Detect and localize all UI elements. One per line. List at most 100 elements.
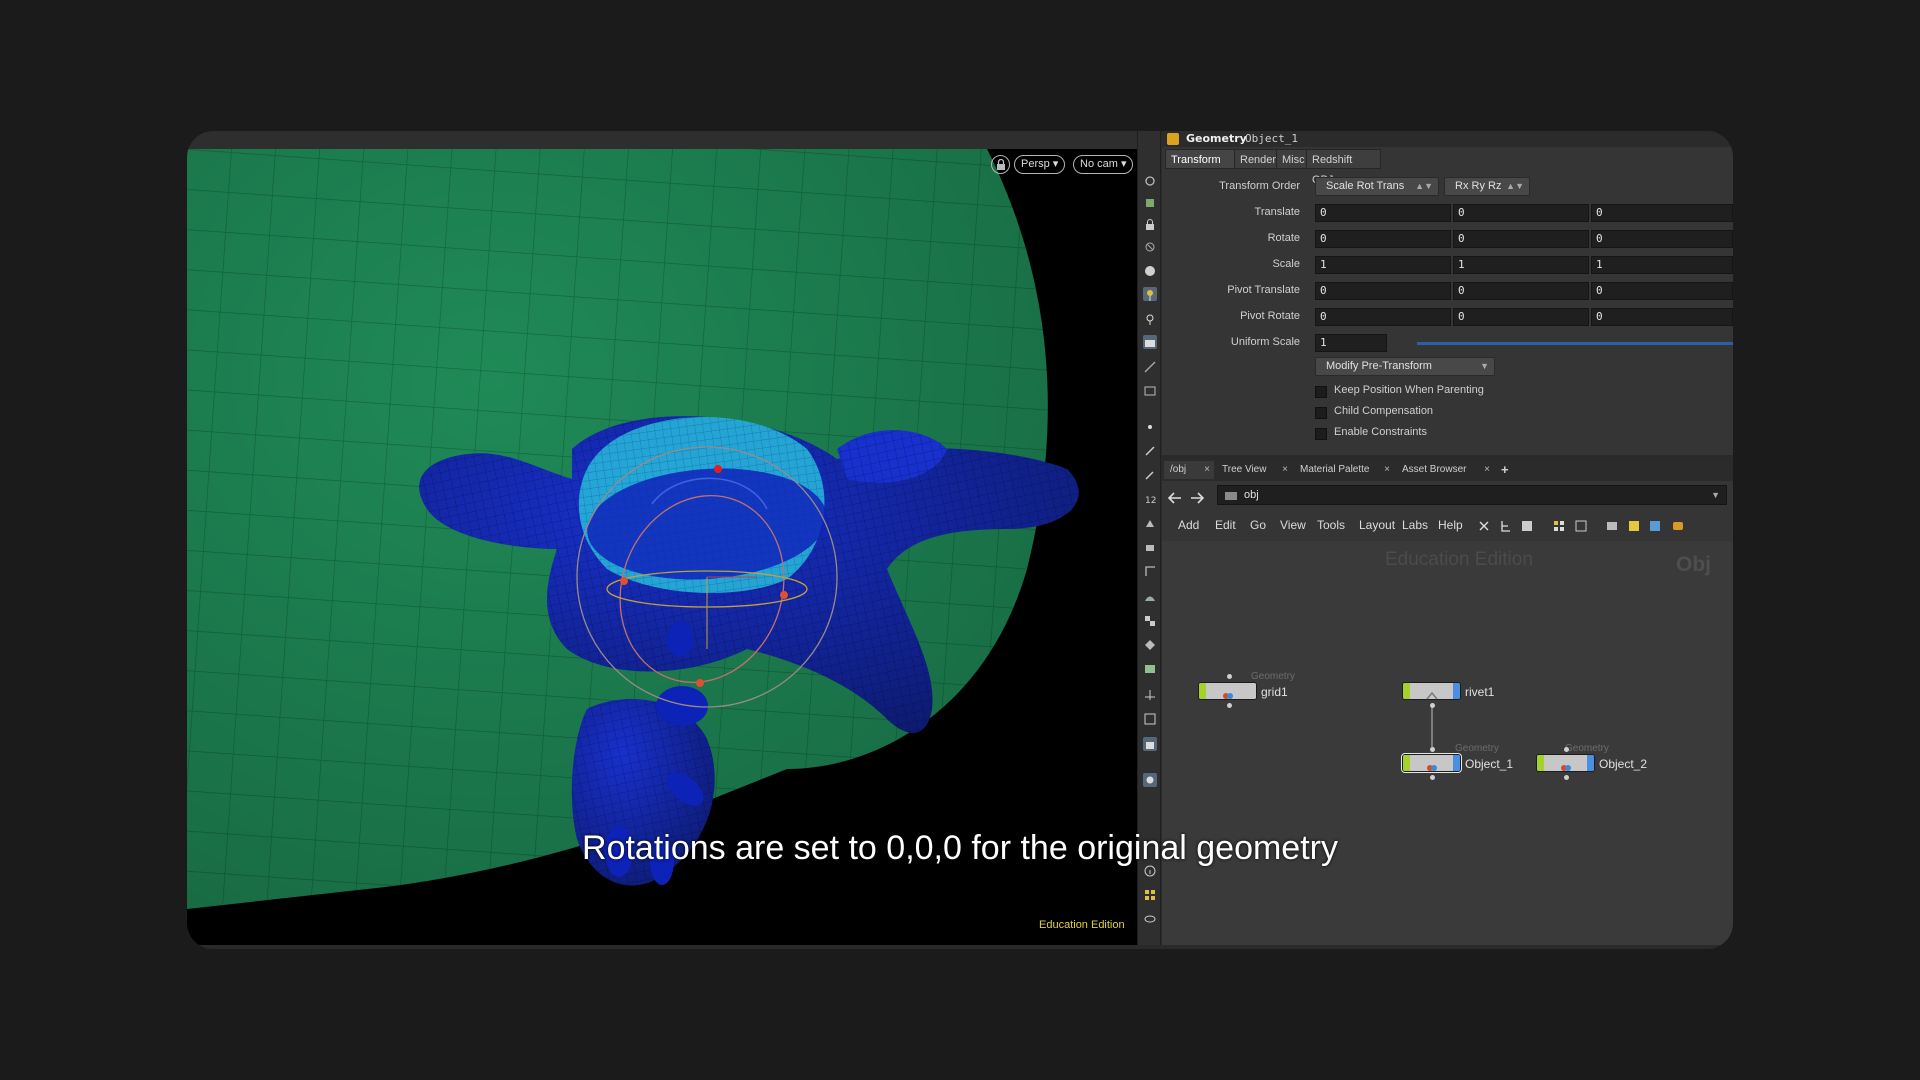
translate-x-field[interactable]: 0 (1315, 204, 1451, 222)
add-tab-button[interactable]: + (1495, 461, 1515, 479)
display-flag[interactable] (1587, 755, 1594, 771)
menu-help[interactable]: Help (1438, 518, 1463, 532)
pretransform-menu[interactable]: Modify Pre-Transform ▼ (1315, 357, 1495, 376)
node-name-field[interactable]: Object_1 (1245, 132, 1298, 145)
menu-view[interactable]: View (1280, 518, 1306, 532)
menu-add[interactable]: Add (1178, 518, 1199, 532)
input-connector[interactable] (1564, 747, 1569, 752)
node-grid1[interactable] (1198, 682, 1257, 700)
node-object1[interactable] (1402, 754, 1461, 772)
display-flag[interactable] (1249, 683, 1256, 699)
bypass-flag[interactable] (1403, 683, 1410, 699)
enable-constraints-checkbox[interactable] (1315, 428, 1327, 440)
node-object2[interactable] (1536, 754, 1595, 772)
wrench-icon[interactable] (1477, 518, 1491, 532)
keep-position-checkbox[interactable] (1315, 386, 1327, 398)
brush-icon[interactable] (1143, 443, 1157, 457)
background-image-icon[interactable] (1671, 518, 1685, 532)
sculpt-icon[interactable] (1143, 589, 1157, 603)
tab-tree-view[interactable]: Tree View × (1216, 461, 1292, 479)
viewport-camera-icon[interactable] (1143, 737, 1157, 751)
display-flag[interactable] (1453, 755, 1460, 771)
close-icon[interactable]: × (1384, 461, 1390, 479)
layout-grid-icon[interactable] (1143, 887, 1157, 901)
input-connector[interactable] (1430, 747, 1435, 752)
view-type-menu[interactable]: Persp ▾ (1014, 155, 1066, 174)
network-path-field[interactable]: obj ▼ (1217, 485, 1727, 505)
translate-z-field[interactable]: 0 (1591, 204, 1733, 222)
checker-icon[interactable] (1143, 613, 1157, 627)
shading-icon[interactable] (1143, 263, 1157, 277)
menu-layout[interactable]: Layout (1359, 518, 1395, 532)
pivot-rotate-z-field[interactable]: 0 (1591, 308, 1733, 326)
bypass-flag[interactable] (1199, 683, 1206, 699)
translate-y-field[interactable]: 0 (1453, 204, 1589, 222)
tab-obj[interactable]: /obj × (1164, 461, 1214, 479)
transform-order-menu[interactable]: Scale Rot Trans ▲▼ (1315, 177, 1439, 196)
ghost-icon[interactable] (1143, 195, 1157, 209)
chevron-down-icon[interactable]: ▼ (1711, 486, 1720, 504)
uniform-scale-field[interactable]: 1 (1315, 334, 1387, 352)
paint-icon[interactable] (1143, 515, 1157, 529)
node-rivet1[interactable] (1402, 682, 1461, 700)
rotate-y-field[interactable]: 0 (1453, 230, 1589, 248)
tree-layout-icon[interactable] (1499, 518, 1513, 532)
lock-icon[interactable] (1143, 217, 1157, 231)
bypass-flag[interactable] (1537, 755, 1544, 771)
eye-icon[interactable] (1143, 911, 1157, 925)
menu-labs[interactable]: Labs (1402, 518, 1428, 532)
template-icon[interactable] (1143, 383, 1157, 397)
close-icon[interactable]: × (1204, 461, 1210, 479)
lock-camera-icon[interactable] (991, 155, 1010, 174)
axis-icon[interactable] (1143, 687, 1157, 701)
grid-view-icon[interactable] (1552, 518, 1566, 532)
pivot-rotate-x-field[interactable]: 0 (1315, 308, 1451, 326)
menu-edit[interactable]: Edit (1215, 518, 1236, 532)
network-editor[interactable]: Education Edition Obj Geometry grid1 riv… (1162, 541, 1733, 945)
tab-transform[interactable]: Transform (1165, 149, 1235, 169)
map-pin-icon[interactable] (1143, 773, 1157, 787)
rotate-x-field[interactable]: 0 (1315, 230, 1451, 248)
output-connector[interactable] (1430, 703, 1435, 708)
sticky-note-icon[interactable] (1627, 518, 1641, 532)
rotate-order-menu[interactable]: Rx Ry Rz ▲▼ (1444, 177, 1530, 196)
input-connector[interactable] (1227, 674, 1232, 679)
output-connector[interactable] (1564, 775, 1569, 780)
stamp-icon[interactable] (1143, 539, 1157, 553)
wireframe-icon[interactable] (1143, 359, 1157, 373)
tab-material-palette[interactable]: Material Palette × (1294, 461, 1394, 479)
pivot-rotate-y-field[interactable]: 0 (1453, 308, 1589, 326)
diamond-icon[interactable] (1143, 637, 1157, 651)
tab-misc[interactable]: Misc (1276, 149, 1307, 169)
back-arrow-icon[interactable] (1167, 489, 1182, 508)
forward-arrow-icon[interactable] (1190, 489, 1205, 508)
menu-tools[interactable]: Tools (1317, 518, 1345, 532)
rotate-z-field[interactable]: 0 (1591, 230, 1733, 248)
menu-go[interactable]: Go (1250, 518, 1266, 532)
handle-icon[interactable] (1143, 287, 1157, 301)
close-icon[interactable]: × (1282, 461, 1288, 479)
pen-icon[interactable] (1143, 467, 1157, 481)
pivot-translate-z-field[interactable]: 0 (1591, 282, 1733, 300)
child-compensation-checkbox[interactable] (1315, 407, 1327, 419)
display-options-icon[interactable] (1143, 173, 1157, 187)
scale-y-field[interactable]: 1 (1453, 256, 1589, 274)
camera-menu[interactable]: No cam ▾ (1073, 155, 1134, 174)
tab-render[interactable]: Render (1234, 149, 1277, 169)
output-connector[interactable] (1430, 775, 1435, 780)
snap-icon[interactable] (1143, 239, 1157, 253)
tab-asset-browser[interactable]: Asset Browser × (1396, 461, 1494, 479)
film-icon[interactable] (1143, 661, 1157, 675)
numbers-icon[interactable]: 12 (1143, 491, 1157, 506)
image-icon[interactable] (1648, 518, 1662, 532)
tab-redshift-obj[interactable]: Redshift OBJ (1306, 149, 1381, 186)
frame-icon[interactable] (1143, 711, 1157, 725)
scale-z-field[interactable]: 1 (1591, 256, 1733, 274)
scene-viewport[interactable]: Persp ▾ No cam ▾ Education Edition (187, 131, 1137, 945)
point-icon[interactable] (1143, 419, 1157, 433)
uniform-scale-slider[interactable] (1417, 342, 1733, 345)
pivot-translate-y-field[interactable]: 0 (1453, 282, 1589, 300)
light-icon[interactable] (1143, 311, 1157, 325)
pivot-translate-x-field[interactable]: 0 (1315, 282, 1451, 300)
close-icon[interactable]: × (1484, 461, 1490, 479)
